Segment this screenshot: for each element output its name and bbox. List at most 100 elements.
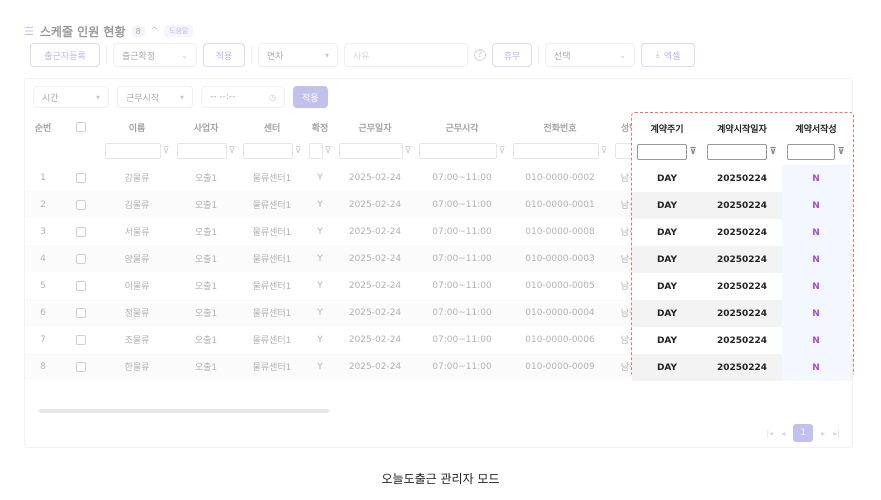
column-filter-input[interactable] [176, 143, 227, 159]
column-header[interactable] [61, 122, 101, 132]
column-filter-input[interactable] [512, 143, 599, 159]
column-header[interactable]: 사업자 [173, 121, 239, 134]
column-filter-input[interactable] [338, 143, 403, 159]
table-cell: 양물류 [124, 255, 150, 265]
column-header[interactable]: 근무일자 [335, 121, 415, 134]
filter-cell: ⊽ [101, 143, 173, 159]
contract-filter-input[interactable] [707, 144, 768, 160]
filter-icon[interactable]: ⊽ [499, 146, 506, 156]
page-title: 스케줄 인원 현황 [39, 24, 126, 39]
reason-input[interactable]: 사유 [344, 43, 468, 67]
column-filter-input[interactable] [308, 143, 323, 159]
time-select-value: 시간 [42, 93, 59, 104]
row-checkbox[interactable] [76, 307, 86, 318]
help-badge[interactable]: 도움말 [164, 25, 194, 37]
column-header[interactable]: 근무시각 [415, 121, 509, 134]
contract-cell: 20250224 [716, 173, 768, 184]
contract-column-header[interactable]: 계약주기 [632, 122, 702, 135]
first-page-button[interactable]: |◂ [767, 429, 774, 438]
table-cell: 010-0000-0009 [525, 361, 595, 372]
table-cell: Y [317, 253, 323, 264]
collapse-chevron-icon[interactable]: ^ [151, 26, 159, 36]
select-all-checkbox[interactable] [76, 122, 86, 132]
apply-button[interactable]: 적용 [203, 43, 245, 67]
divider [538, 46, 539, 64]
row-checkbox[interactable] [76, 226, 86, 237]
chevron-down-icon: ▾ [179, 92, 184, 102]
horizontal-scrollbar[interactable] [35, 408, 845, 414]
time-input[interactable]: -- --:-- ◷ [201, 86, 285, 108]
row-checkbox[interactable] [76, 280, 86, 291]
filter-icon[interactable]: ⊽ [405, 146, 412, 156]
table-cell [61, 226, 101, 237]
column-header[interactable]: 이름 [101, 121, 173, 134]
contract-row[interactable]: DAY 20250224 N [632, 192, 853, 219]
contract-row[interactable]: DAY 20250224 N [632, 246, 853, 273]
contract-cell: N [782, 192, 850, 219]
scrollbar-thumb[interactable] [39, 409, 329, 413]
column-header[interactable]: 확정 [305, 121, 335, 134]
column-header[interactable]: 순번 [25, 121, 61, 134]
type-select-value: 연차 [267, 51, 284, 62]
current-page[interactable]: 1 [793, 424, 814, 442]
contract-column-header[interactable]: 계약서작성 [782, 122, 850, 135]
contract-row[interactable]: DAY 20250224 N [632, 354, 853, 381]
filter-icon[interactable]: ⊽ [837, 147, 844, 157]
help-icon[interactable]: ? [474, 49, 486, 61]
prev-page-button[interactable]: ◂ [781, 429, 785, 438]
table-cell: Y [317, 307, 323, 318]
filter-icon[interactable]: ⊽ [295, 146, 302, 156]
work-start-select-value: 근무시작 [126, 93, 160, 104]
row-checkbox[interactable] [76, 199, 86, 210]
column-header[interactable]: 센터 [239, 121, 305, 134]
row-checkbox[interactable] [76, 361, 86, 372]
contract-row[interactable]: DAY 20250224 N [632, 165, 853, 192]
contract-row[interactable]: DAY 20250224 N [632, 327, 853, 354]
column-filter-input[interactable] [242, 143, 293, 159]
register-button[interactable]: 출근자등록 [30, 43, 100, 67]
table-cell: 2025-02-24 [348, 199, 402, 210]
table-cell: 3 [40, 226, 46, 237]
contract-row[interactable]: DAY 20250224 N [632, 219, 853, 246]
contract-cell: DAY [656, 281, 678, 292]
sub-apply-button[interactable]: 적용 [293, 86, 328, 108]
row-checkbox[interactable] [76, 253, 86, 264]
contract-cell: DAY [656, 362, 678, 373]
contract-row[interactable]: DAY 20250224 N [632, 300, 853, 327]
work-start-select[interactable]: 근무시작 ▾ [117, 86, 193, 108]
contract-column-header[interactable]: 계약시작일자 [702, 122, 782, 135]
table-cell [61, 280, 101, 291]
table-cell: 물류센터1 [252, 174, 292, 184]
contract-filter-input[interactable] [637, 144, 688, 160]
table-cell: 07:00~11:00 [432, 334, 492, 345]
row-checkbox[interactable] [76, 172, 86, 183]
table-cell: 7 [40, 334, 46, 345]
last-page-button[interactable]: ▸| [833, 429, 840, 438]
time-select[interactable]: 시간 ▾ [33, 86, 109, 108]
contract-cell: 20250224 [716, 254, 768, 265]
next-page-button[interactable]: ▸ [821, 429, 825, 438]
contract-row[interactable]: DAY 20250224 N [632, 273, 853, 300]
contract-filter-input[interactable] [787, 144, 836, 160]
filter-cell: ⊽ [415, 143, 509, 159]
table-cell: 물류센터1 [252, 255, 292, 265]
filter-icon[interactable]: ⊽ [689, 147, 696, 157]
type-select[interactable]: 연차 ▾ [258, 43, 338, 67]
excel-button[interactable]: ⤓ 엑셀 [641, 43, 695, 67]
column-filter-input[interactable] [418, 143, 497, 159]
table-cell: Y [317, 361, 323, 372]
row-checkbox[interactable] [76, 334, 86, 345]
filter-icon[interactable]: ⊽ [769, 147, 776, 157]
filter-icon[interactable]: ⊽ [601, 146, 608, 156]
leave-button[interactable]: 휴무 [492, 43, 532, 67]
filter-icon[interactable]: ⊽ [325, 146, 332, 156]
filter-icon[interactable]: ⊽ [229, 146, 236, 156]
table-cell: 07:00~11:00 [432, 361, 492, 372]
filter-icon[interactable]: ⊽ [163, 146, 170, 156]
confirm-select[interactable]: 출근확정 ⌄ [113, 43, 197, 67]
column-header[interactable]: 전화번호 [509, 121, 611, 134]
choice-select[interactable]: 선택 ⌄ [545, 43, 635, 67]
column-filter-input[interactable] [104, 143, 161, 159]
contract-filter-cell: ⊽ [632, 144, 702, 160]
table-cell [61, 334, 101, 345]
